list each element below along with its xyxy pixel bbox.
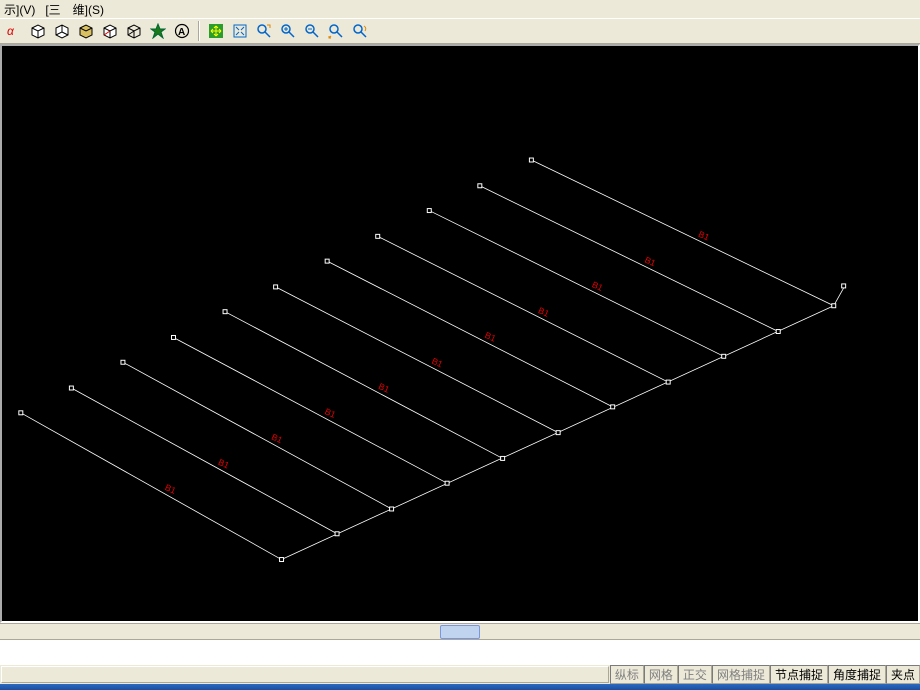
status-cell-5[interactable]: 角度捕捉 (828, 665, 886, 684)
svg-text:B1: B1 (163, 482, 177, 496)
status-cell-6[interactable]: 夹点 (886, 665, 920, 684)
taskbar-strip (0, 684, 920, 690)
zoom-window-icon[interactable] (254, 21, 274, 41)
star-icon[interactable] (148, 21, 168, 41)
menu-item-view[interactable]: 示](V) (4, 1, 35, 18)
viewport-frame: B1B1B1B1B1B1B1B1B1B1B1 (0, 44, 920, 623)
status-cell-4[interactable]: 节点捕捉 (770, 665, 828, 684)
drawing-viewport[interactable]: B1B1B1B1B1B1B1B1B1B1B1 (2, 46, 918, 621)
svg-text:A: A (178, 27, 185, 38)
fit-icon[interactable] (230, 21, 250, 41)
alpha-icon[interactable]: α (4, 21, 24, 41)
zoom-prev-icon[interactable] (326, 21, 346, 41)
a-circle-icon[interactable]: A (172, 21, 192, 41)
status-cell-2[interactable]: 正交 (678, 665, 712, 684)
pan-icon[interactable] (206, 21, 226, 41)
menu-bar: 示](V) [三 维](S) (0, 0, 920, 18)
status-cell-1[interactable]: 网格 (644, 665, 678, 684)
box-top-icon[interactable] (76, 21, 96, 41)
box-wire-icon[interactable] (124, 21, 144, 41)
zoom-out-icon[interactable] (302, 21, 322, 41)
horizontal-scrollbar[interactable] (0, 623, 920, 639)
zoom-in-icon[interactable] (278, 21, 298, 41)
toolbar: α A (0, 18, 920, 44)
drawing-canvas[interactable]: B1B1B1B1B1B1B1B1B1B1B1 (2, 46, 918, 621)
svg-text:α: α (7, 24, 15, 38)
scrollbar-thumb[interactable] (440, 625, 480, 639)
box-side-icon[interactable] (52, 21, 72, 41)
status-cell-0[interactable]: 纵标 (610, 665, 644, 684)
status-message (1, 666, 609, 683)
menu-item-3d[interactable]: [三 维](S) (45, 1, 104, 18)
status-cell-3[interactable]: 网格捕捉 (712, 665, 770, 684)
zoom-dyn-icon[interactable] (350, 21, 370, 41)
box-front-icon[interactable] (28, 21, 48, 41)
command-area[interactable] (0, 639, 920, 664)
status-bar: 纵标 网格 正交 网格捕捉 节点捕捉 角度捕捉 夹点 (0, 664, 920, 684)
toolbar-separator (198, 21, 200, 41)
box-iso-icon[interactable] (100, 21, 120, 41)
